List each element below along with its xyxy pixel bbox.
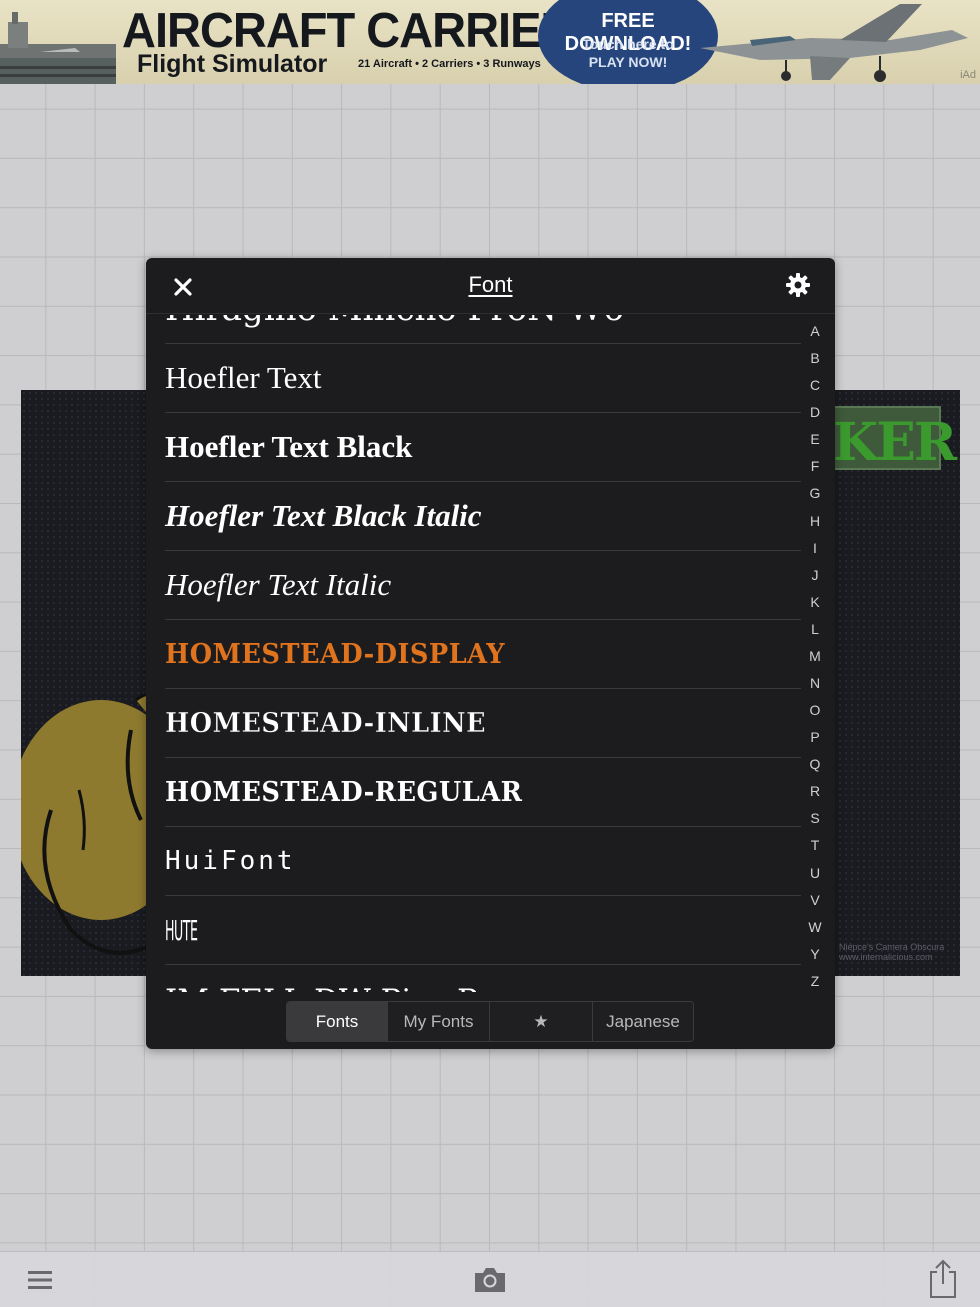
font-name: HOMESTEAD-INLINE (165, 707, 487, 739)
star-icon: ★ (533, 1011, 549, 1031)
ad-subtitle: Flight Simulator (137, 50, 328, 78)
font-name: HOMESTEAD-REGULAR (165, 776, 523, 808)
close-icon (174, 278, 192, 296)
index-letter[interactable]: U (801, 866, 829, 880)
fighter-jet-image (700, 4, 968, 82)
font-row[interactable]: Hiragino Mincho ProN W6 (165, 315, 801, 344)
index-letter[interactable]: J (801, 568, 829, 582)
font-name: Hoefler Text Black Italic (165, 498, 482, 533)
font-row[interactable]: IM FELL DW Pica Pro (165, 965, 801, 992)
dialog-title-wrap: Font (146, 272, 835, 298)
index-letter[interactable]: I (801, 541, 829, 555)
index-letter[interactable]: Q (801, 757, 829, 771)
index-letter[interactable]: G (801, 486, 829, 500)
fist-illustration (21, 692, 161, 955)
alphabet-index[interactable]: ABCDEFGHIJKLMNOPQRSTUVWYZ (801, 324, 829, 988)
share-button[interactable] (926, 1258, 960, 1300)
font-name: Hoefler Text Black (165, 429, 413, 464)
dialog-title: Font (468, 272, 513, 297)
font-row[interactable]: HOMESTEAD-REGULAR (165, 758, 801, 827)
menu-button[interactable] (24, 1264, 56, 1296)
tab-label: Japanese (606, 1011, 680, 1031)
index-letter[interactable]: H (801, 514, 829, 528)
font-name: HuiFont (165, 846, 296, 876)
index-letter[interactable]: A (801, 324, 829, 338)
font-list[interactable]: Hiragino Mincho ProN W6 Hoefler Text Hoe… (146, 315, 802, 992)
index-letter[interactable]: Z (801, 974, 829, 988)
sticker-badge: KER (829, 406, 957, 473)
font-row[interactable]: Hoefler Text Italic (165, 551, 801, 620)
camera-icon (475, 1268, 505, 1292)
font-name: Hoefler Text Italic (165, 567, 392, 602)
index-letter[interactable]: W (801, 920, 829, 934)
font-name: Hoefler Text (165, 360, 322, 395)
index-letter[interactable]: R (801, 784, 829, 798)
carrier-ship-image (0, 12, 116, 84)
font-row[interactable]: Hoefler Text (165, 344, 801, 413)
font-row[interactable]: HOMESTEAD-INLINE (165, 689, 801, 758)
tab-fonts[interactable]: Fonts (287, 1002, 388, 1041)
index-letter[interactable]: K (801, 595, 829, 609)
index-letter[interactable]: L (801, 622, 829, 636)
index-letter[interactable]: F (801, 459, 829, 473)
tab-label: Fonts (315, 1011, 359, 1031)
font-category-tabs: Fonts My Fonts ★ Japanese (286, 1001, 694, 1042)
font-name: HUTE (165, 913, 198, 947)
tab-japanese[interactable]: Japanese (593, 1002, 693, 1041)
index-letter[interactable]: S (801, 811, 829, 825)
tab-favorites[interactable]: ★ (490, 1002, 593, 1041)
iad-badge: iAd (960, 69, 976, 81)
index-letter[interactable]: M (801, 649, 829, 663)
dialog-header: Font (146, 258, 835, 314)
font-name: HOMESTEAD-DISPLAY (165, 638, 506, 670)
tab-my-fonts[interactable]: My Fonts (388, 1002, 490, 1041)
settings-button[interactable] (781, 268, 815, 302)
font-row-selected[interactable]: HOMESTEAD-DISPLAY (165, 620, 801, 689)
font-name: IM FELL DW Pica Pro (165, 983, 511, 992)
index-letter[interactable]: V (801, 893, 829, 907)
font-row[interactable]: Hoefler Text Black (165, 413, 801, 482)
sticker-text: KER (833, 412, 957, 473)
font-row[interactable]: HuiFont (165, 827, 801, 896)
index-letter[interactable]: P (801, 730, 829, 744)
index-letter[interactable]: O (801, 703, 829, 717)
ad-stats: 21 Aircraft • 2 Carriers • 3 Runways (358, 58, 541, 70)
credit-line-1: Niépce's Camera Obscura (839, 942, 945, 952)
font-row[interactable]: HUTE (165, 896, 801, 965)
font-name: Hiragino Mincho ProN W6 (165, 315, 624, 329)
font-picker-dialog: Font Hiragino Mincho ProN W (146, 258, 835, 1049)
index-letter[interactable]: E (801, 432, 829, 446)
share-icon (930, 1259, 956, 1298)
credit-line-2: www.internalicious.com (839, 952, 933, 962)
tab-label: My Fonts (403, 1011, 474, 1031)
menu-icon (28, 1271, 52, 1289)
index-letter[interactable]: C (801, 378, 829, 392)
index-letter[interactable]: N (801, 676, 829, 690)
index-letter[interactable]: D (801, 405, 829, 419)
bottom-toolbar (0, 1251, 980, 1307)
font-row[interactable]: Hoefler Text Black Italic (165, 482, 801, 551)
image-credit: Niépce's Camera Obscura www.internalicio… (839, 942, 944, 962)
index-letter[interactable]: T (801, 838, 829, 852)
index-letter[interactable]: B (801, 351, 829, 365)
camera-button[interactable] (472, 1262, 508, 1298)
ad-banner[interactable]: AIRCRAFT CARRIER! Flight Simulator 21 Ai… (0, 0, 980, 84)
close-button[interactable] (166, 270, 200, 304)
index-letter[interactable]: Y (801, 947, 829, 961)
gear-icon (786, 273, 810, 297)
